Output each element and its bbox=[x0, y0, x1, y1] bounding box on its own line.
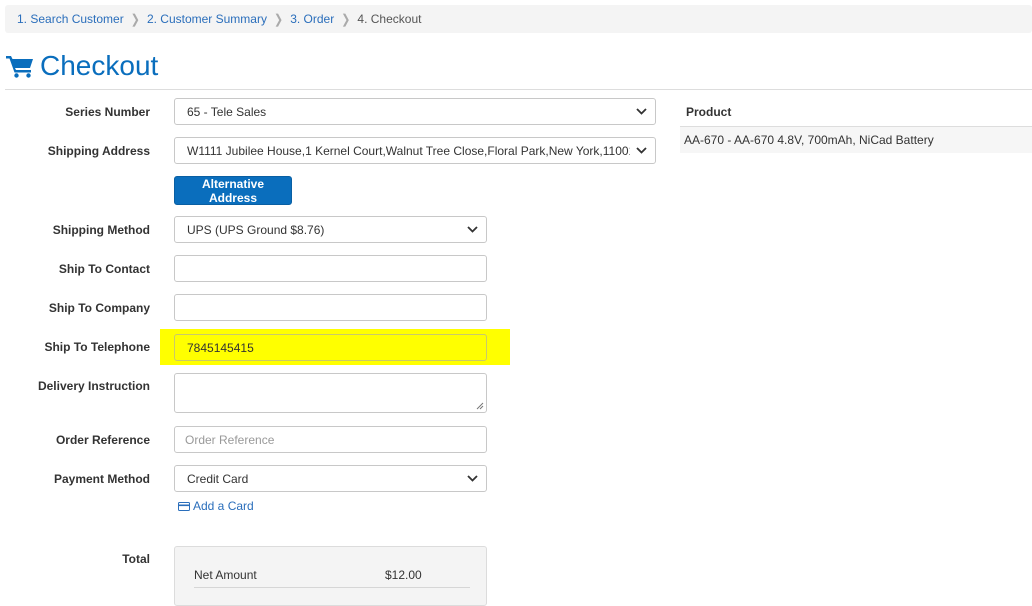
ship-to-telephone-label: Ship To Telephone bbox=[44, 340, 150, 354]
ship-to-company-label: Ship To Company bbox=[48, 301, 150, 315]
net-amount-label: Net Amount bbox=[194, 568, 257, 582]
chevron-down-icon bbox=[636, 147, 647, 154]
product-row: AA-670 - AA-670 4.8V, 700mAh, NiCad Batt… bbox=[680, 127, 1032, 153]
shopping-cart-icon bbox=[6, 56, 33, 78]
series-number-value: 65 - Tele Sales bbox=[187, 104, 267, 119]
shipping-method-label: Shipping Method bbox=[52, 223, 150, 237]
shipping-address-value: W1111 Jubilee House,1 Kernel Court,Walnu… bbox=[187, 143, 630, 158]
product-name: AA-670 - AA-670 4.8V, 700mAh, NiCad Batt… bbox=[684, 133, 934, 147]
chevron-right-icon: ❯ bbox=[130, 12, 140, 27]
breadcrumb-customer-summary[interactable]: 2. Customer Summary bbox=[147, 12, 267, 26]
product-column-header: Product bbox=[686, 105, 732, 119]
ship-to-telephone-input[interactable]: 7845145415 bbox=[174, 334, 487, 361]
payment-method-label: Payment Method bbox=[53, 472, 150, 486]
delivery-instruction-textarea[interactable] bbox=[174, 373, 487, 413]
credit-card-icon bbox=[178, 501, 190, 511]
breadcrumb-checkout: 4. Checkout bbox=[357, 12, 422, 26]
series-number-select[interactable]: 65 - Tele Sales bbox=[174, 98, 656, 125]
total-summary-box: Net Amount $12.00 bbox=[174, 546, 487, 606]
order-reference-label: Order Reference bbox=[55, 433, 150, 447]
ship-to-contact-label: Ship To Contact bbox=[58, 262, 150, 276]
shipping-address-label: Shipping Address bbox=[47, 144, 150, 158]
alternative-address-button[interactable]: Alternative Address bbox=[174, 176, 292, 205]
chevron-down-icon bbox=[467, 226, 478, 233]
shipping-method-select[interactable]: UPS (UPS Ground $8.76) bbox=[174, 216, 487, 243]
total-label: Total bbox=[122, 552, 150, 566]
net-amount-row: Net Amount $12.00 bbox=[194, 568, 470, 588]
chevron-right-icon: ❯ bbox=[273, 12, 284, 27]
net-amount-value: $12.00 bbox=[385, 568, 422, 582]
payment-method-select[interactable]: Credit Card bbox=[174, 465, 487, 492]
add-card-link[interactable]: Add a Card bbox=[178, 499, 254, 513]
ship-to-contact-input[interactable] bbox=[174, 255, 487, 282]
order-reference-input[interactable] bbox=[174, 426, 487, 453]
chevron-right-icon: ❯ bbox=[341, 12, 351, 27]
delivery-instruction-label: Delivery Instruction bbox=[37, 379, 150, 393]
series-number-label: Series Number bbox=[65, 105, 150, 119]
breadcrumb-search-customer[interactable]: 1. Search Customer bbox=[17, 12, 124, 26]
breadcrumb-order[interactable]: 3. Order bbox=[290, 12, 334, 26]
title-divider bbox=[5, 89, 1032, 90]
breadcrumb: 1. Search Customer ❯ 2. Customer Summary… bbox=[5, 5, 1032, 33]
shipping-address-select[interactable]: W1111 Jubilee House,1 Kernel Court,Walnu… bbox=[174, 137, 656, 164]
chevron-down-icon bbox=[467, 475, 478, 482]
payment-method-value: Credit Card bbox=[187, 471, 249, 486]
page-title: Checkout bbox=[6, 50, 158, 82]
ship-to-telephone-value: 7845145415 bbox=[187, 340, 254, 355]
page-title-text: Checkout bbox=[40, 50, 159, 81]
chevron-down-icon bbox=[636, 108, 647, 115]
ship-to-company-input[interactable] bbox=[174, 294, 487, 321]
shipping-method-value: UPS (UPS Ground $8.76) bbox=[187, 222, 325, 237]
resize-handle-icon[interactable] bbox=[476, 402, 484, 410]
add-card-label: Add a Card bbox=[193, 499, 254, 513]
